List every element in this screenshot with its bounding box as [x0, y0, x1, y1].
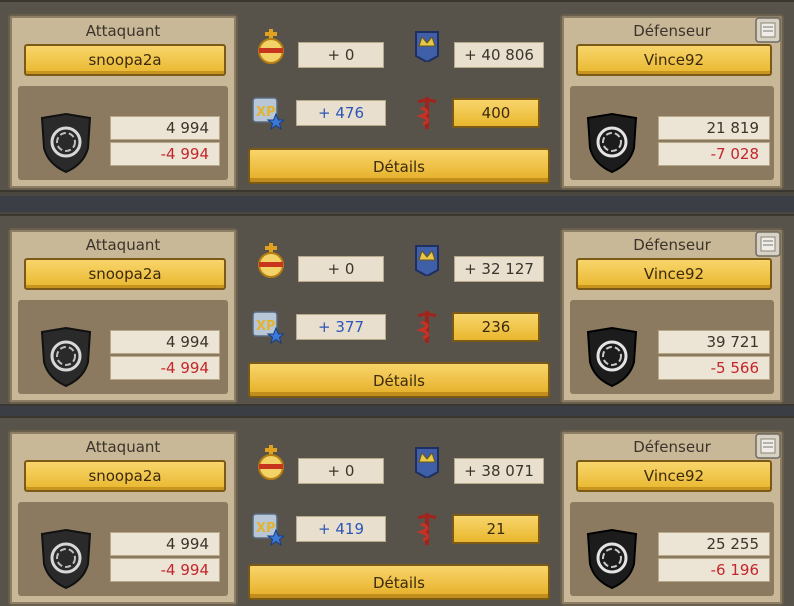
svg-text:XP: XP [256, 105, 276, 120]
attacker-loss: -4 994 [110, 558, 220, 582]
crown-gain: + 38 071 [454, 458, 544, 484]
xp-gain: + 476 [296, 100, 386, 126]
xp-gain: + 377 [296, 314, 386, 340]
attacker-name-button[interactable]: snoopa2a [24, 258, 226, 290]
attacker-loss: -4 994 [110, 356, 220, 380]
defender-value: 21 819 [658, 116, 770, 140]
defender-title: Défenseur [633, 438, 711, 456]
attacker-name-button[interactable]: snoopa2a [24, 460, 226, 492]
caduceus-icon [416, 513, 437, 545]
orb-gain: + 0 [298, 256, 384, 282]
scroll-icon[interactable] [752, 12, 786, 46]
attacker-value: 4 994 [110, 532, 220, 556]
attacker-title: Attaquant [85, 236, 161, 254]
defender-loss: -7 028 [658, 142, 770, 166]
xp-star-icon: XP [252, 311, 284, 344]
attacker-title: Attaquant [85, 22, 161, 40]
attacker-panel: Attaquant snoopa2a 4 994 -4 994 [8, 14, 238, 190]
defender-panel: Défenseur Vince92 21 819 -7 028 [560, 14, 784, 190]
crown-gain: + 32 127 [454, 256, 544, 282]
crown-banner-icon [415, 447, 439, 478]
shield-emblem-icon [586, 112, 638, 174]
golden-orb-icon [258, 243, 284, 278]
details-button[interactable]: Détails [248, 564, 550, 600]
svg-text:XP: XP [256, 319, 276, 334]
crown-gain: + 40 806 [454, 42, 544, 68]
combat-report: Attaquant snoopa2a 4 994 -4 994 + 0 + 32… [0, 214, 794, 406]
golden-orb-icon [258, 445, 284, 480]
shield-emblem-icon [40, 528, 92, 590]
caduceus-icon [416, 97, 437, 129]
scroll-icon[interactable] [752, 428, 786, 462]
attacker-title: Attaquant [85, 438, 161, 456]
defender-panel: Défenseur Vince92 39 721 -5 566 [560, 228, 784, 404]
report-divider [0, 196, 794, 212]
attacker-value: 4 994 [110, 330, 220, 354]
shield-emblem-icon [40, 112, 92, 174]
defender-loss: -6 196 [658, 558, 770, 582]
defender-name-button[interactable]: Vince92 [576, 258, 772, 290]
xp-star-icon: XP [252, 97, 284, 130]
orb-gain: + 0 [298, 458, 384, 484]
orb-gain: + 0 [298, 42, 384, 68]
heal-value: 400 [452, 98, 540, 128]
defender-name-button[interactable]: Vince92 [576, 44, 772, 76]
combat-report: Attaquant snoopa2a 4 994 -4 994 + 0 + 38… [0, 416, 794, 606]
defender-value: 39 721 [658, 330, 770, 354]
attacker-panel: Attaquant snoopa2a 4 994 -4 994 [8, 430, 238, 606]
attacker-loss: -4 994 [110, 142, 220, 166]
defender-title: Défenseur [633, 236, 711, 254]
caduceus-icon [416, 311, 437, 343]
attacker-panel: Attaquant snoopa2a 4 994 -4 994 [8, 228, 238, 404]
defender-loss: -5 566 [658, 356, 770, 380]
attacker-value: 4 994 [110, 116, 220, 140]
crown-banner-icon [415, 31, 439, 62]
crown-banner-icon [415, 245, 439, 276]
attacker-name-button[interactable]: snoopa2a [24, 44, 226, 76]
shield-emblem-icon [586, 326, 638, 388]
combat-report: Attaquant snoopa2a 4 994 -4 994 + 0 + 40… [0, 0, 794, 192]
svg-text:XP: XP [256, 521, 276, 536]
defender-panel: Défenseur Vince92 25 255 -6 196 [560, 430, 784, 606]
xp-star-icon: XP [252, 513, 284, 546]
details-button[interactable]: Détails [248, 148, 550, 184]
defender-value: 25 255 [658, 532, 770, 556]
scroll-icon[interactable] [752, 226, 786, 260]
shield-emblem-icon [40, 326, 92, 388]
shield-emblem-icon [586, 528, 638, 590]
heal-value: 21 [452, 514, 540, 544]
xp-gain: + 419 [296, 516, 386, 542]
defender-name-button[interactable]: Vince92 [576, 460, 772, 492]
details-button[interactable]: Détails [248, 362, 550, 398]
defender-title: Défenseur [633, 22, 711, 40]
heal-value: 236 [452, 312, 540, 342]
golden-orb-icon [258, 29, 284, 64]
